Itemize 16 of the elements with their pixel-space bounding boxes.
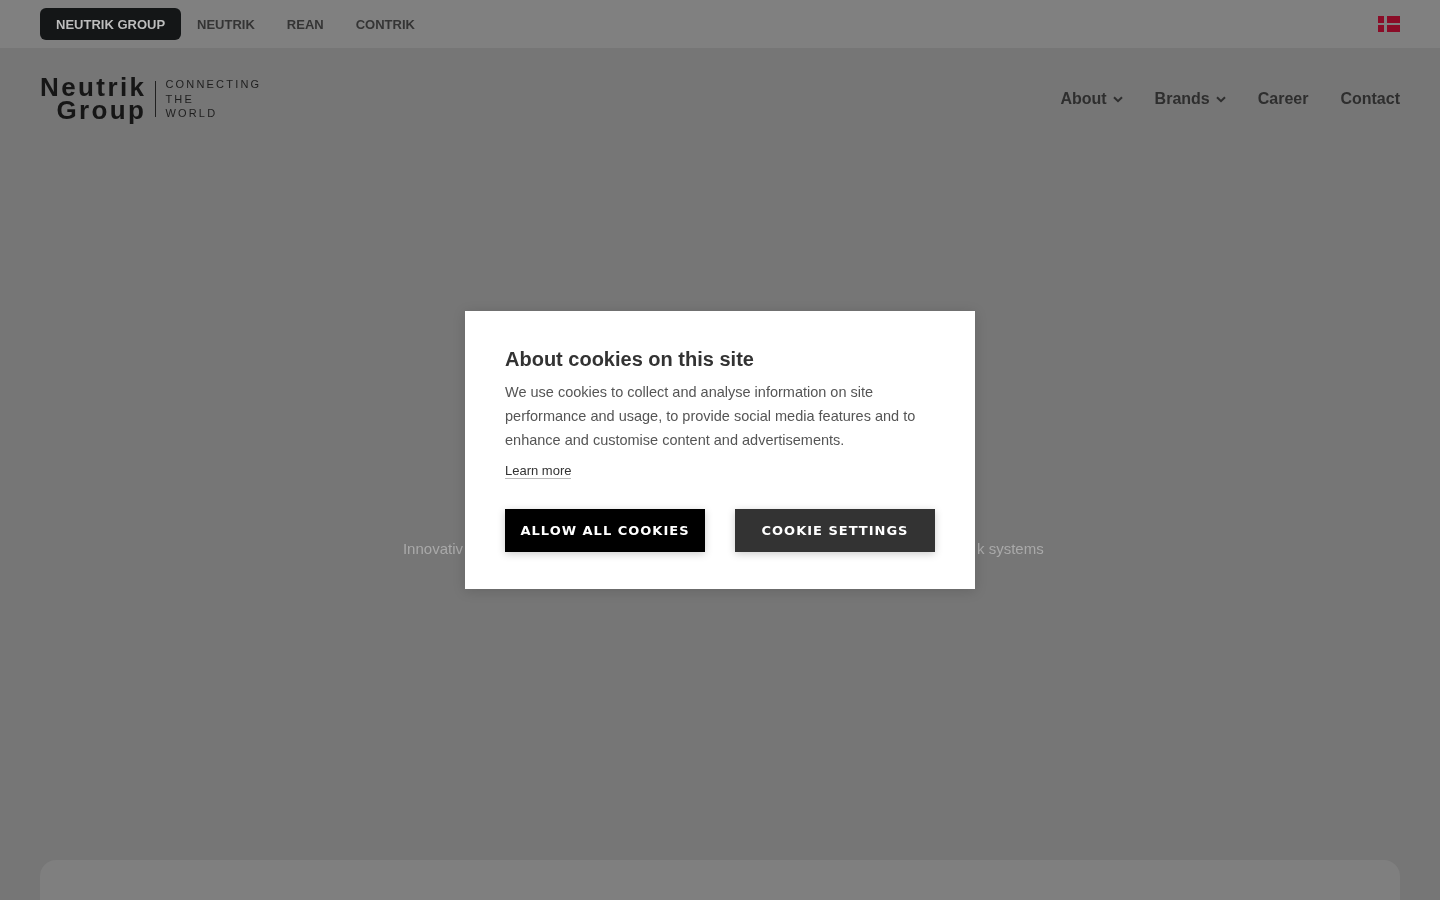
brand-tab[interactable]: NEUTRIK: [181, 8, 271, 40]
nav-link[interactable]: Brands: [1154, 90, 1226, 108]
dialog-text: We use cookies to collect and analyse information on site performance and usage, to provide social media features and to enhance and customise content and advertisements.: [505, 383, 917, 450]
logo-wordmark[interactable]: Neutrik Group: [40, 76, 147, 122]
brand-tab[interactable]: REAN: [270, 8, 340, 40]
cookie-button[interactable]: COOKIE SETTINGS: [735, 509, 935, 552]
nav-link[interactable]: Contact: [1340, 90, 1400, 108]
learn-more-link[interactable]: Learn more: [505, 463, 572, 479]
logo-tagline: CONNECTING THE WORLD: [165, 77, 262, 121]
brand-tab[interactable]: NEUTRIK GROUP: [40, 8, 182, 40]
cookie-button[interactable]: ALLOW ALL COOKIES: [505, 509, 705, 552]
nav-link[interactable]: About: [1060, 90, 1123, 108]
nav-link[interactable]: Career: [1257, 90, 1309, 108]
brand-tab[interactable]: CONTRIK: [339, 8, 431, 40]
flag-icon[interactable]: [1378, 16, 1400, 32]
dialog-title: About cookies on this site: [505, 347, 755, 371]
